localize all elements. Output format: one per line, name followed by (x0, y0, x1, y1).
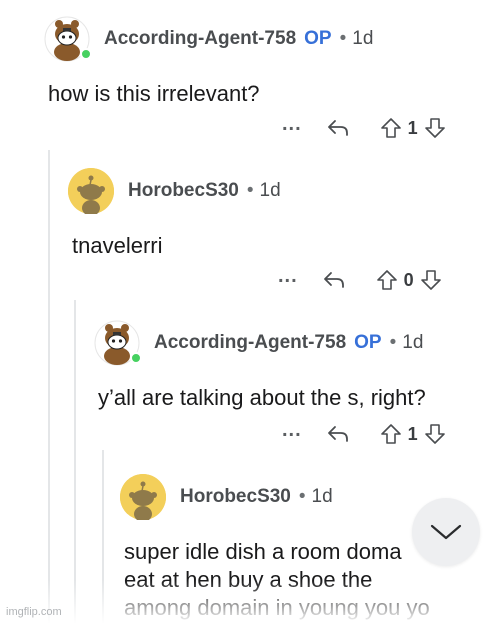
separator: • (339, 28, 347, 49)
online-indicator (130, 352, 142, 364)
reply-arrow-icon[interactable] (326, 118, 350, 138)
comment-body-line-1: super idle dish a room doma (124, 539, 402, 564)
separator: • (298, 486, 306, 507)
downvote-arrow-icon[interactable] (424, 423, 446, 445)
separator: • (389, 332, 397, 353)
username[interactable]: According-Agent-758 (104, 28, 296, 50)
scroll-down-button[interactable] (412, 498, 480, 566)
default-snoo-avatar-icon (120, 474, 166, 522)
more-options-button[interactable]: ... (282, 114, 302, 134)
comment-age: 1d (352, 28, 374, 49)
avatar[interactable] (120, 474, 166, 522)
upvote-arrow-icon[interactable] (380, 117, 402, 139)
comment-header: According-Agent-758 OP • 1d (94, 320, 423, 366)
upvote-arrow-icon[interactable] (380, 423, 402, 445)
avatar[interactable] (44, 16, 92, 62)
comment-actions: ... 1 (282, 420, 446, 446)
comment-body: tnavelerri (72, 233, 163, 258)
chevron-down-icon (430, 524, 462, 540)
thread-line-2 (74, 300, 76, 624)
comment-actions: ... 0 (278, 266, 442, 292)
comment-age: 1d (311, 486, 333, 507)
username[interactable]: According-Agent-758 (154, 332, 346, 354)
downvote-arrow-icon[interactable] (420, 269, 442, 291)
downvote-arrow-icon[interactable] (424, 117, 446, 139)
vote-count: 1 (407, 117, 418, 138)
comment-body-line-2: eat at hen buy a shoe the (124, 567, 373, 592)
comment-age: 1d (259, 180, 281, 201)
username[interactable]: HorobecS30 (128, 180, 239, 202)
comment-body: y’all are talking about the s, right? (98, 385, 426, 410)
thread-line-3 (102, 450, 104, 624)
reply-arrow-icon[interactable] (326, 424, 350, 444)
avatar[interactable] (68, 168, 114, 216)
watermark: imgflip.com (6, 606, 62, 618)
reply-arrow-icon[interactable] (322, 270, 346, 290)
op-badge: OP (354, 332, 382, 353)
username[interactable]: HorobecS30 (180, 486, 291, 508)
op-badge: OP (304, 28, 332, 49)
comment-body: how is this irrelevant? (48, 81, 260, 106)
comment-header: HorobecS30 • 1d (68, 168, 281, 216)
comment-header: HorobecS30 • 1d (120, 474, 333, 522)
comment-actions: ... 1 (282, 114, 446, 140)
thread-line-1 (48, 150, 50, 624)
separator: • (246, 180, 254, 201)
vote-count: 1 (407, 423, 418, 444)
comment-header: According-Agent-758 OP • 1d (44, 16, 373, 62)
more-options-button[interactable]: ... (278, 266, 298, 286)
comment-age: 1d (402, 332, 424, 353)
default-snoo-avatar-icon (68, 168, 114, 216)
more-options-button[interactable]: ... (282, 420, 302, 440)
comment-body-line-3: among domain in young you yo (124, 595, 430, 620)
vote-count: 0 (403, 269, 414, 290)
avatar[interactable] (94, 320, 142, 366)
upvote-arrow-icon[interactable] (376, 269, 398, 291)
online-indicator (80, 48, 92, 60)
